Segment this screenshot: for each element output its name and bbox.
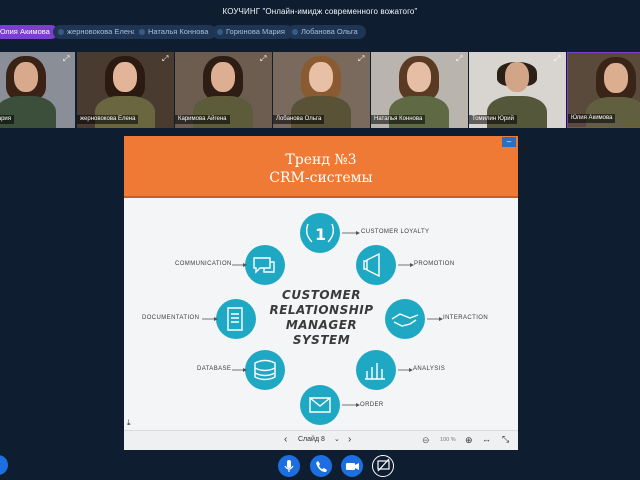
status-dot-icon [58, 29, 64, 35]
communication-node [245, 245, 285, 285]
expand-icon[interactable]: ⤢ [260, 55, 268, 63]
call-controls [0, 455, 640, 477]
tile-name: Томилин Юрий [469, 115, 517, 124]
analysis-node [356, 350, 396, 390]
tile-name: Наталья Коннова [371, 115, 426, 124]
order-node [300, 385, 340, 425]
status-dot-icon [217, 29, 223, 35]
phone-icon[interactable] [310, 455, 332, 477]
label-analysis: ANALYSIS [413, 366, 446, 372]
status-dot-icon [292, 29, 298, 35]
tile-name: Каримова Айгена [175, 115, 230, 124]
zoom-level: 100 % [440, 437, 456, 443]
tile-name: жерновокова Елена [77, 115, 139, 124]
video-tile[interactable]: ⤢ жерновокова Елена [77, 52, 174, 128]
expand-icon[interactable]: ⤢ [63, 55, 71, 63]
expand-icon[interactable]: ⤢ [554, 55, 562, 63]
status-dot-icon [139, 29, 145, 35]
participant-pill[interactable]: Юлия Акимова [0, 25, 58, 39]
minimize-button[interactable]: – [502, 137, 516, 147]
label-order: ORDER [360, 402, 384, 408]
video-tile[interactable]: ⤢ Томилин Юрий [469, 52, 566, 128]
video-tile[interactable]: ⤢ Юлия Акимова [567, 52, 640, 128]
label-documentation: DOCUMENTATION [142, 315, 200, 321]
video-tile[interactable]: ⤢ Лобанова Ольга [273, 52, 370, 128]
crm-center-title: CUSTOMER RELATIONSHIP MANAGER SYSTEM [269, 288, 374, 347]
tile-name: Юлия Акимова [568, 114, 616, 123]
participant-pill-bar: Юлия Акимова жерновокова Елена Наталья К… [0, 25, 640, 40]
participant-pill[interactable]: Наталья Коннова [134, 25, 217, 39]
participant-pill[interactable]: Горюнова Мария [212, 25, 293, 39]
expand-icon[interactable]: ⤢ [358, 55, 366, 63]
fit-width-icon[interactable]: ↔ [482, 434, 491, 444]
slide-navigation-bar: ‹ Слайд 8 ⌄ › ⊖ 100 % ⊕ ↔ ⤡ [124, 430, 518, 450]
video-tiles-strip: ⤢ ина Мария ⤢ жерновокова Елена ⤢ Каримо… [0, 52, 640, 128]
video-tile[interactable]: ⤢ ина Мария [0, 52, 75, 128]
zoom-out-button[interactable]: ⊖ [422, 435, 430, 446]
chevron-down-icon[interactable]: ⌄ [334, 435, 340, 443]
video-tile[interactable]: ⤢ Каримова Айгена [175, 52, 272, 128]
screen-share-off-icon[interactable] [372, 455, 394, 477]
label-customer-loyalty: CUSTOMER LOYALTY [361, 229, 430, 235]
download-icon[interactable]: ⤓ [127, 418, 131, 428]
tile-name: Лобанова Ольга [273, 115, 325, 124]
slide-subtitle: CRM-системы [269, 170, 373, 186]
label-interaction: INTERACTION [443, 315, 489, 321]
label-promotion: PROMOTION [414, 261, 455, 267]
meeting-title: КОУЧИНГ "Онлайн-имидж современного вожат… [222, 7, 418, 16]
prev-slide-button[interactable]: ‹ [284, 434, 287, 445]
video-tile[interactable]: ⤢ Наталья Коннова [371, 52, 468, 128]
zoom-in-button[interactable]: ⊕ [465, 435, 473, 446]
label-communication: COMMUNICATION [175, 261, 232, 267]
fullscreen-icon[interactable]: ⤡ [502, 434, 509, 445]
next-slide-button[interactable]: › [348, 434, 351, 445]
promotion-node [356, 245, 396, 285]
label-database: DATABASE [197, 366, 232, 372]
expand-icon[interactable]: ⤢ [456, 55, 464, 63]
microphone-icon[interactable] [278, 455, 300, 477]
trophy-icon: 1 [315, 225, 326, 244]
expand-icon[interactable]: ⤢ [162, 55, 170, 63]
camera-icon[interactable] [341, 455, 363, 477]
presentation-panel: – Тренд №3 CRM-системы 1 CUSTOMER RELATI… [124, 136, 518, 450]
participant-pill[interactable]: жерновокова Елена [53, 25, 145, 39]
slide-title: Тренд №3 [285, 152, 357, 168]
tile-name: ина Мария [0, 115, 15, 124]
participant-pill[interactable]: Лобанова Ольга [287, 25, 366, 39]
slide-number[interactable]: Слайд 8 [298, 436, 325, 443]
